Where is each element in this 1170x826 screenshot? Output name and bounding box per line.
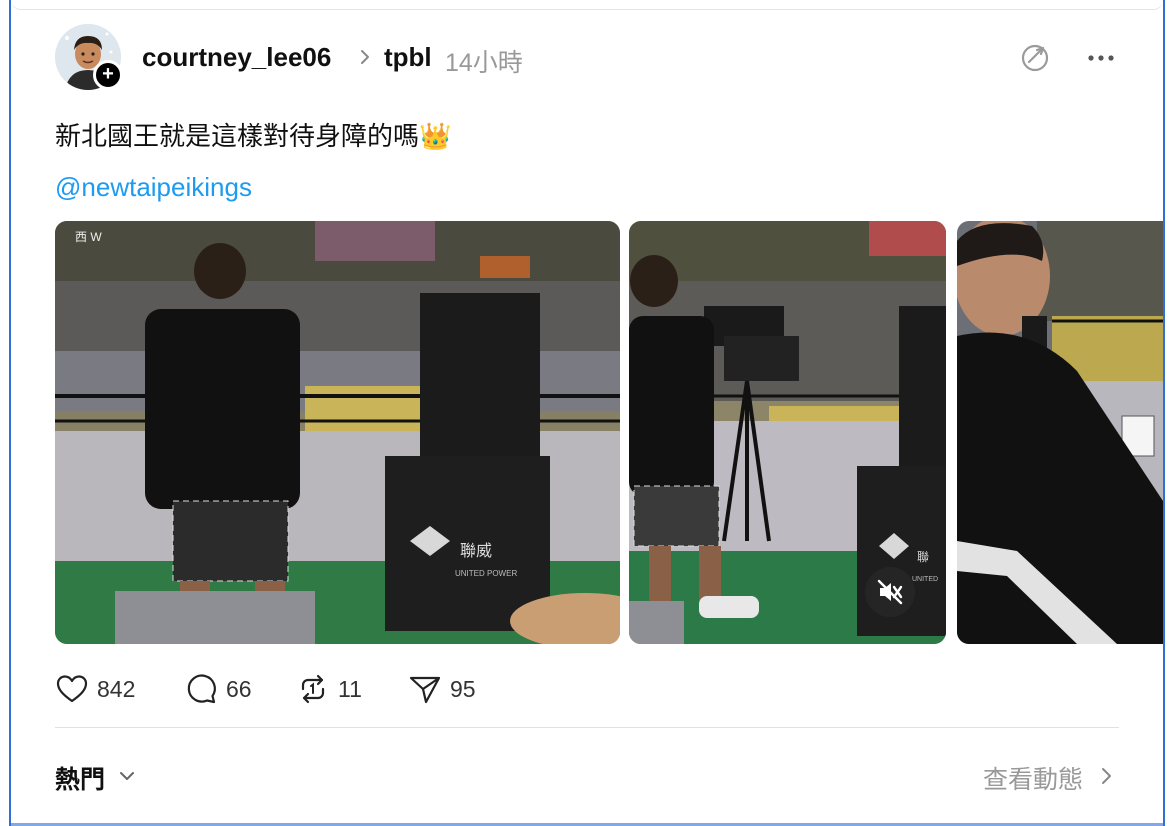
share-count: 95	[450, 676, 476, 702]
post-video-2[interactable]: 聯 UNITED	[629, 221, 946, 644]
post-image-3[interactable]	[957, 221, 1163, 644]
sign-english-2: UNITED	[912, 576, 938, 583]
avatar[interactable]: +	[55, 24, 123, 90]
mute-button[interactable]	[865, 567, 915, 617]
chevron-right-icon	[361, 50, 369, 64]
view-activity-link[interactable]: 查看動態	[983, 760, 1083, 796]
chevron-right-icon[interactable]	[1099, 764, 1115, 788]
sort-dropdown[interactable]: 熱門	[55, 760, 105, 796]
mention-link[interactable]: @newtaipeikings	[55, 172, 252, 203]
post-text: 新北國王就是這樣對待身障的嗎👑	[55, 121, 452, 151]
mute-icon	[877, 579, 903, 605]
reply-button[interactable]: 66	[184, 672, 274, 706]
divider	[55, 727, 1119, 728]
sign-chinese: 聯威	[460, 542, 492, 560]
post-community[interactable]: tpbl	[384, 42, 432, 73]
scoreboard-label: 西 W	[75, 230, 102, 244]
heart-icon	[56, 675, 88, 703]
post-username[interactable]: courtney_lee06	[142, 42, 331, 73]
reply-count: 66	[226, 676, 252, 702]
window-edge-right	[1163, 0, 1165, 826]
plus-icon[interactable]: +	[93, 60, 123, 90]
repost-count: 11	[338, 676, 362, 702]
post-timestamp: 14小時	[445, 49, 523, 77]
repost-icon	[301, 674, 325, 704]
reply-icon	[187, 674, 216, 704]
chevron-down-icon[interactable]	[117, 766, 137, 786]
translate-icon[interactable]	[1017, 40, 1053, 76]
share-button[interactable]: 95	[408, 672, 498, 706]
sign-english: UNITED POWER	[455, 569, 517, 578]
post-card: + courtney_lee06 tpbl 14小時 新北國王就是這樣對待身障的…	[11, 0, 1163, 826]
like-count: 842	[97, 676, 136, 702]
post-image-1[interactable]: 西 W 聯威 UNITED POWER	[55, 221, 620, 644]
more-icon[interactable]	[1083, 46, 1119, 70]
share-icon	[409, 676, 441, 704]
repost-button[interactable]: 11	[296, 672, 386, 706]
sign-chinese-2: 聯	[917, 550, 929, 564]
like-button[interactable]: 842	[55, 672, 155, 706]
